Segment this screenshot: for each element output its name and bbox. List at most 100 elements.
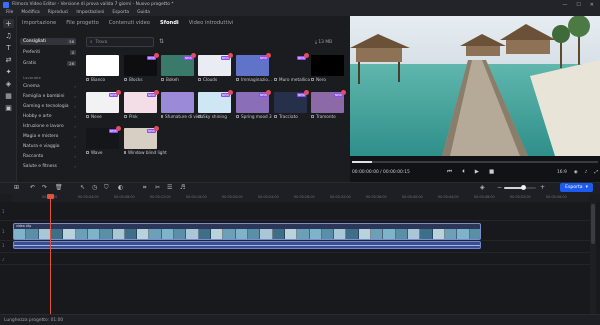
playhead[interactable] — [50, 194, 51, 314]
menu-esporta[interactable]: Esporta — [112, 10, 129, 15]
shield-icon[interactable]: ⛉ — [104, 184, 109, 192]
music-icon[interactable]: ♫ — [3, 31, 14, 40]
favorite-icon[interactable] — [304, 90, 309, 95]
templates-icon[interactable]: ▦ — [3, 91, 14, 100]
stop-icon[interactable]: ■ — [489, 169, 494, 176]
maximize-icon[interactable]: ☐ — [576, 2, 580, 8]
delete-icon[interactable]: 🗑 — [55, 184, 63, 191]
favorite-icon[interactable] — [228, 53, 233, 58]
favorite-icon[interactable] — [154, 126, 159, 131]
favorite-icon[interactable] — [266, 90, 271, 95]
transition-icon[interactable]: ⇄ — [3, 55, 14, 64]
undo-icon[interactable]: ↶ — [30, 184, 35, 191]
menu-guida[interactable]: Guida — [137, 10, 150, 15]
checkbox-icon[interactable] — [274, 78, 277, 81]
checkbox-icon[interactable] — [274, 115, 277, 118]
checkbox-icon[interactable] — [236, 115, 239, 118]
background-tile[interactable]: NEW — [161, 53, 196, 76]
split-icon[interactable]: ✂ — [155, 184, 160, 191]
category-preferiti[interactable]: Preferiti 0 — [20, 49, 76, 56]
checkbox-icon[interactable] — [236, 78, 239, 81]
favorite-icon[interactable] — [304, 53, 309, 58]
timeline-scrollbar[interactable] — [590, 202, 596, 314]
menu-impostazioni[interactable]: Impostazioni — [76, 10, 104, 15]
category-salute[interactable]: Salute e fitness › — [20, 163, 76, 170]
marker-icon[interactable]: ◈ — [480, 184, 485, 191]
grid-icon[interactable]: ⊞ — [14, 184, 19, 191]
background-tile[interactable]: NEW — [86, 126, 121, 149]
scrollbar-thumb[interactable] — [591, 204, 595, 244]
favorite-icon[interactable] — [116, 90, 121, 95]
redo-icon[interactable]: ↷ — [42, 184, 47, 191]
timeline-ruler[interactable]: 00:00:0000:00:04:0000:00:08:0000:00:12:0… — [12, 194, 589, 202]
step-back-icon[interactable]: ⏴ — [462, 169, 465, 176]
background-tile[interactable]: NEW — [124, 90, 159, 113]
tab-video-introduttivi[interactable]: Video introduttivi — [189, 20, 234, 26]
checkbox-icon[interactable] — [198, 115, 201, 118]
checkbox-icon[interactable] — [86, 115, 89, 118]
background-tile[interactable] — [311, 55, 344, 76]
elements-icon[interactable]: ◈ — [3, 79, 14, 88]
checkbox-icon[interactable] — [161, 115, 163, 118]
background-tile[interactable]: NEW — [198, 90, 233, 113]
tab-sfondi[interactable]: Sfondi — [160, 20, 179, 26]
prev-frame-icon[interactable]: ⏮ — [447, 169, 452, 176]
playback-progress[interactable] — [352, 161, 598, 163]
category-famiglia[interactable]: Famiglia e bambini › — [20, 93, 76, 100]
add-media-icon[interactable]: + — [3, 19, 14, 28]
favorite-icon[interactable] — [191, 53, 196, 58]
category-consigliati[interactable]: Consigliati 58 — [20, 38, 76, 45]
background-tile[interactable]: NEW — [124, 126, 159, 149]
checkbox-icon[interactable] — [161, 78, 164, 81]
crop-icon[interactable]: ⌗ — [143, 184, 146, 192]
background-tile[interactable]: NEW — [236, 90, 271, 113]
menu-file[interactable]: File — [6, 10, 13, 15]
aspect-ratio[interactable]: 16:9 — [557, 170, 567, 175]
checkbox-icon[interactable] — [86, 151, 89, 154]
favorite-icon[interactable] — [266, 53, 271, 58]
favorite-icon[interactable] — [154, 53, 159, 58]
background-icon[interactable]: ▣ — [3, 103, 14, 112]
snapshot-icon[interactable]: ◉ — [574, 170, 578, 175]
play-icon[interactable]: ▶ — [475, 169, 479, 176]
favorite-icon[interactable] — [228, 90, 233, 95]
category-gaming[interactable]: Gaming e tecnologia › — [20, 103, 76, 110]
clock-icon[interactable]: ◷ — [92, 184, 97, 191]
audio-track-icon[interactable]: ♪ — [2, 257, 5, 262]
adjust-icon[interactable]: ☰ — [167, 184, 172, 191]
fullscreen-icon[interactable]: ⤢ — [594, 169, 598, 175]
close-icon[interactable]: ✕ — [590, 2, 594, 8]
category-istruzione[interactable]: Istruzione e lavoro › — [20, 123, 76, 130]
background-tile[interactable] — [86, 55, 119, 76]
category-gratis[interactable]: Gratis 26 — [20, 60, 76, 67]
zoom-in-icon[interactable]: + — [540, 184, 545, 191]
checkbox-icon[interactable] — [311, 78, 314, 81]
minimize-icon[interactable]: — — [562, 2, 567, 8]
favorite-icon[interactable] — [116, 126, 121, 131]
checkbox-icon[interactable] — [124, 151, 126, 154]
background-tile[interactable] — [161, 92, 194, 113]
category-natura[interactable]: Natura e viaggio › — [20, 143, 76, 150]
video-clip[interactable]: video clip — [13, 223, 481, 240]
zoom-slider[interactable] — [504, 185, 536, 190]
background-tile[interactable]: NEW — [124, 53, 159, 76]
cursor-icon[interactable]: ↖ — [80, 184, 85, 191]
checkbox-icon[interactable] — [86, 78, 89, 81]
menu-riproduci[interactable]: Riproduci — [48, 10, 69, 15]
filter-icon[interactable]: ⇅ — [159, 38, 164, 45]
tab-importazione[interactable]: Importazione — [22, 20, 56, 26]
favorite-icon[interactable] — [341, 90, 346, 95]
audio-clip[interactable] — [13, 241, 481, 249]
search-input[interactable]: ⌕ Trova — [86, 37, 154, 47]
category-magia[interactable]: Magia e mistero › — [20, 133, 76, 140]
volume-icon[interactable]: ♪ — [585, 170, 588, 175]
tab-contenuti-video[interactable]: Contenuti video — [109, 20, 150, 26]
menu-modifica[interactable]: Modifica — [21, 10, 39, 15]
category-hobby[interactable]: Hobby e arte › — [20, 113, 76, 120]
background-tile[interactable]: NEW — [236, 53, 271, 76]
zoom-out-icon[interactable]: − — [497, 184, 502, 191]
export-button[interactable]: Esporta ▾ — [560, 183, 593, 192]
tab-file-progetto[interactable]: File progetto — [66, 20, 99, 26]
background-tile[interactable]: NEW — [274, 90, 309, 113]
audio-settings-icon[interactable]: ♬ — [180, 184, 185, 191]
